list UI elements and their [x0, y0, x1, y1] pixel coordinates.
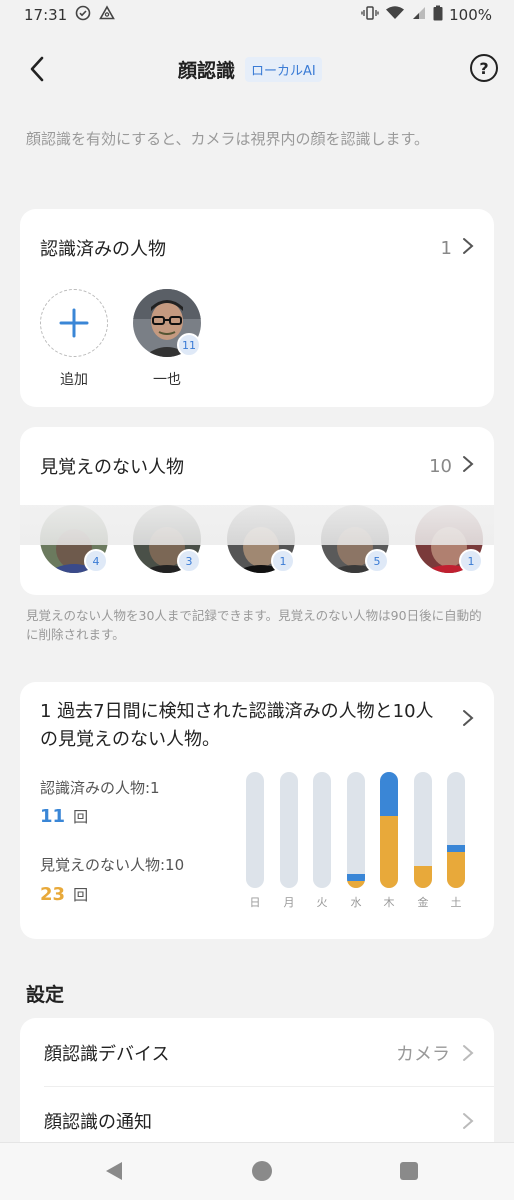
day-label: 日	[249, 896, 261, 909]
nav-recents-button[interactable]	[400, 1162, 418, 1180]
chevron-right-icon	[462, 236, 474, 260]
back-button[interactable]	[22, 54, 52, 84]
signal-icon	[411, 5, 427, 25]
chevron-right-icon	[463, 1045, 474, 1061]
bar-track	[447, 772, 465, 888]
unknown-stat-label: 見覚えのない人物:10	[40, 856, 185, 874]
bar-known	[347, 873, 365, 881]
unknown-persons-header[interactable]: 見覚えのない人物 10	[40, 453, 474, 479]
day-label: 金	[417, 896, 429, 909]
chevron-left-icon	[30, 56, 44, 82]
divider	[44, 1086, 494, 1087]
unknown-persons-count: 10	[429, 455, 452, 477]
bar-track	[347, 772, 365, 888]
add-person-button[interactable]	[40, 289, 108, 357]
settings-section-title: 設定	[26, 984, 65, 1006]
stats-title: 1 過去7日間に検知された認識済みの人物と10人の見覚えのない人物。	[40, 701, 434, 750]
known-persons-title: 認識済みの人物	[40, 239, 166, 260]
triangle-back-icon	[106, 1162, 122, 1180]
known-persons-header[interactable]: 認識済みの人物 1	[40, 235, 474, 261]
face-count-badge: 5	[365, 549, 389, 573]
question-icon: ?	[479, 58, 489, 78]
bar-unknown	[414, 866, 432, 888]
day-label: 土	[450, 896, 462, 909]
face-count-badge: 1	[271, 549, 295, 573]
bar-known	[380, 772, 398, 816]
known-stat-unit: 回	[73, 808, 89, 826]
weekly-stats-card[interactable]: 1 過去7日間に検知された認識済みの人物と10人の見覚えのない人物。 認識済みの…	[20, 682, 494, 939]
bar-known	[447, 844, 465, 852]
settings-card: 顔認識デバイス カメラ 顔認識の通知	[20, 1018, 494, 1158]
plus-icon	[59, 308, 89, 338]
bar-track	[246, 772, 264, 888]
bar-unknown	[447, 851, 465, 888]
known-persons-card: 認識済みの人物 1 追加 11 一也	[20, 209, 494, 407]
nav-home-button[interactable]	[252, 1161, 272, 1181]
help-button[interactable]: ?	[470, 54, 498, 82]
unknown-stat-number: 23	[40, 884, 66, 905]
day-label: 火	[316, 896, 328, 909]
unknown-faces-row: 4 3 1 5 1	[20, 505, 494, 585]
day-label: 木	[383, 896, 395, 909]
face-count-badge: 4	[84, 549, 108, 573]
chevron-right-icon	[463, 1113, 474, 1129]
bar-unknown	[347, 880, 365, 888]
bar-track	[380, 772, 398, 888]
person-count-badge: 11	[177, 333, 201, 357]
face-count-badge: 1	[459, 549, 483, 573]
known-stat-number: 11	[40, 806, 66, 827]
bar-track	[414, 772, 432, 888]
unknown-persons-title: 見覚えのない人物	[40, 457, 184, 478]
app-header: 顔認識 ローカルAI ?	[0, 40, 514, 100]
page-title: 顔認識	[178, 60, 236, 82]
battery-level: 100%	[449, 6, 492, 24]
setting-label: 顔認識の通知	[44, 1112, 152, 1133]
chevron-right-icon	[462, 454, 474, 478]
privacy-blur	[20, 505, 494, 545]
known-stat-label: 認識済みの人物:1	[40, 779, 160, 797]
known-persons-count: 1	[440, 237, 452, 259]
known-stat-value: 11 回	[40, 806, 88, 827]
chevron-right-icon	[462, 708, 474, 732]
bar-unknown	[380, 815, 398, 888]
battery-icon	[433, 5, 443, 25]
add-person-label: 追加	[60, 372, 88, 388]
wifi-icon	[385, 5, 405, 25]
status-bar: 17:31 100%	[0, 0, 514, 30]
day-label: 月	[283, 896, 295, 909]
person-name: 一也	[153, 372, 181, 388]
local-ai-badge: ローカルAI	[245, 57, 322, 82]
bar-track	[280, 772, 298, 888]
triangle-icon	[99, 5, 116, 25]
face-count-badge: 3	[177, 549, 201, 573]
setting-label: 顔認識デバイス	[44, 1044, 170, 1065]
unknown-stat-unit: 回	[73, 886, 89, 904]
setting-value: カメラ	[396, 1044, 450, 1065]
unknown-persons-card: 見覚えのない人物 10 4 3 1 5 1	[20, 427, 494, 595]
bar-track	[313, 772, 331, 888]
setting-face-device[interactable]: 顔認識デバイス カメラ	[44, 1020, 474, 1086]
unknown-stat-value: 23 回	[40, 884, 88, 905]
status-time: 17:31	[24, 6, 68, 24]
weekly-bar-chart: 日月火水木金土	[246, 772, 472, 912]
day-label: 水	[350, 896, 362, 909]
nav-back-button[interactable]	[104, 1161, 124, 1185]
unknown-persons-note: 見覚えのない人物を30人まで記録できます。見覚えのない人物は90日後に自動的に削…	[26, 608, 482, 642]
check-circle-icon	[75, 5, 91, 25]
vibrate-icon	[361, 5, 379, 25]
system-nav-bar	[0, 1142, 514, 1200]
feature-description: 顔認識を有効にすると、カメラは視界内の顔を認識します。	[26, 130, 430, 148]
